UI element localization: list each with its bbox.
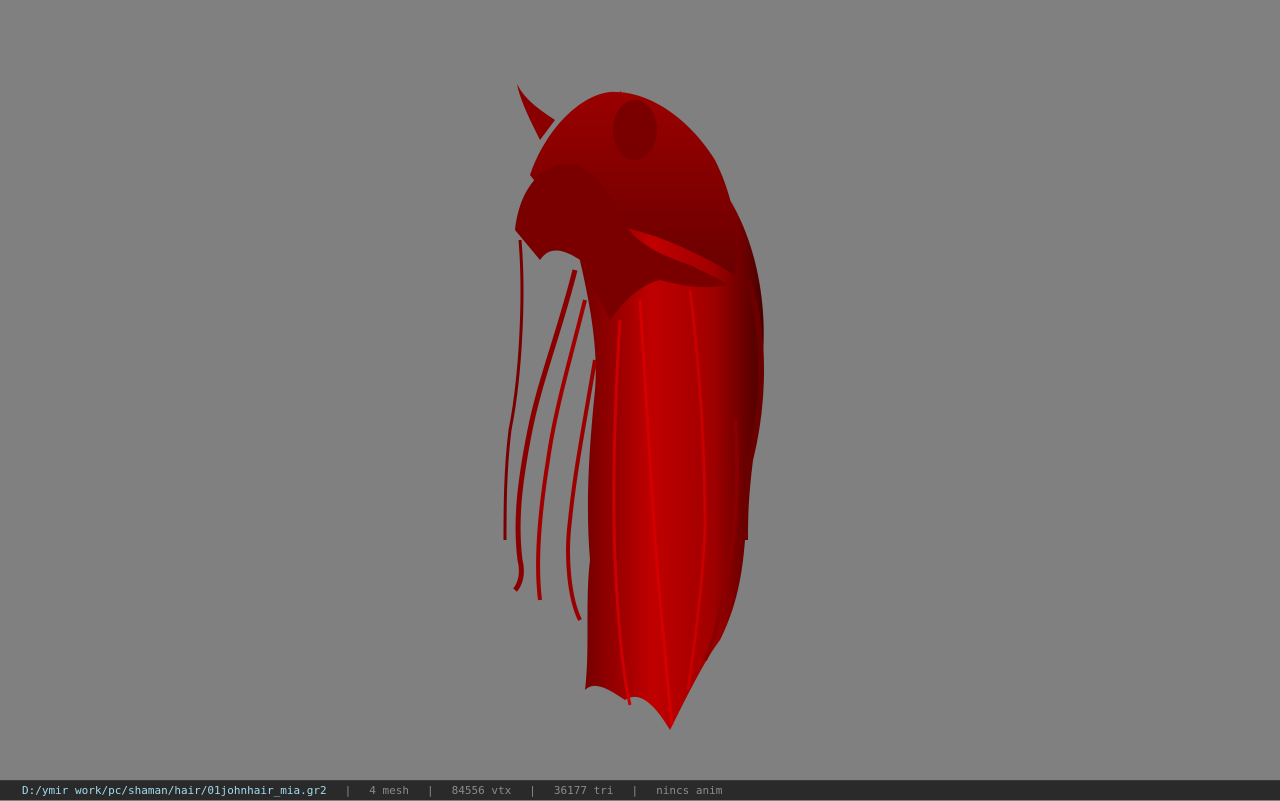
- separator: |: [427, 784, 434, 797]
- horn-left: [517, 84, 555, 140]
- hair-bun: [613, 100, 657, 160]
- file-path-label: D:/ymir work/pc/shaman/hair/01johnhair_m…: [22, 784, 327, 797]
- separator: |: [631, 784, 639, 797]
- triangle-count-label: 36177 tri: [553, 784, 614, 797]
- hair-strand-left-1: [513, 269, 578, 592]
- animation-status-label: nincs anim: [656, 784, 723, 797]
- status-bar: D:/ymir work/pc/shaman/hair/01johnhair_m…: [0, 780, 1280, 800]
- separator: |: [344, 784, 352, 797]
- separator: |: [529, 784, 536, 797]
- mesh-count-label: 4 mesh: [369, 784, 410, 797]
- 3d-viewport[interactable]: [0, 0, 1280, 780]
- vertex-count-label: 84556 vtx: [451, 784, 512, 797]
- hair-mesh-icon: [503, 84, 764, 731]
